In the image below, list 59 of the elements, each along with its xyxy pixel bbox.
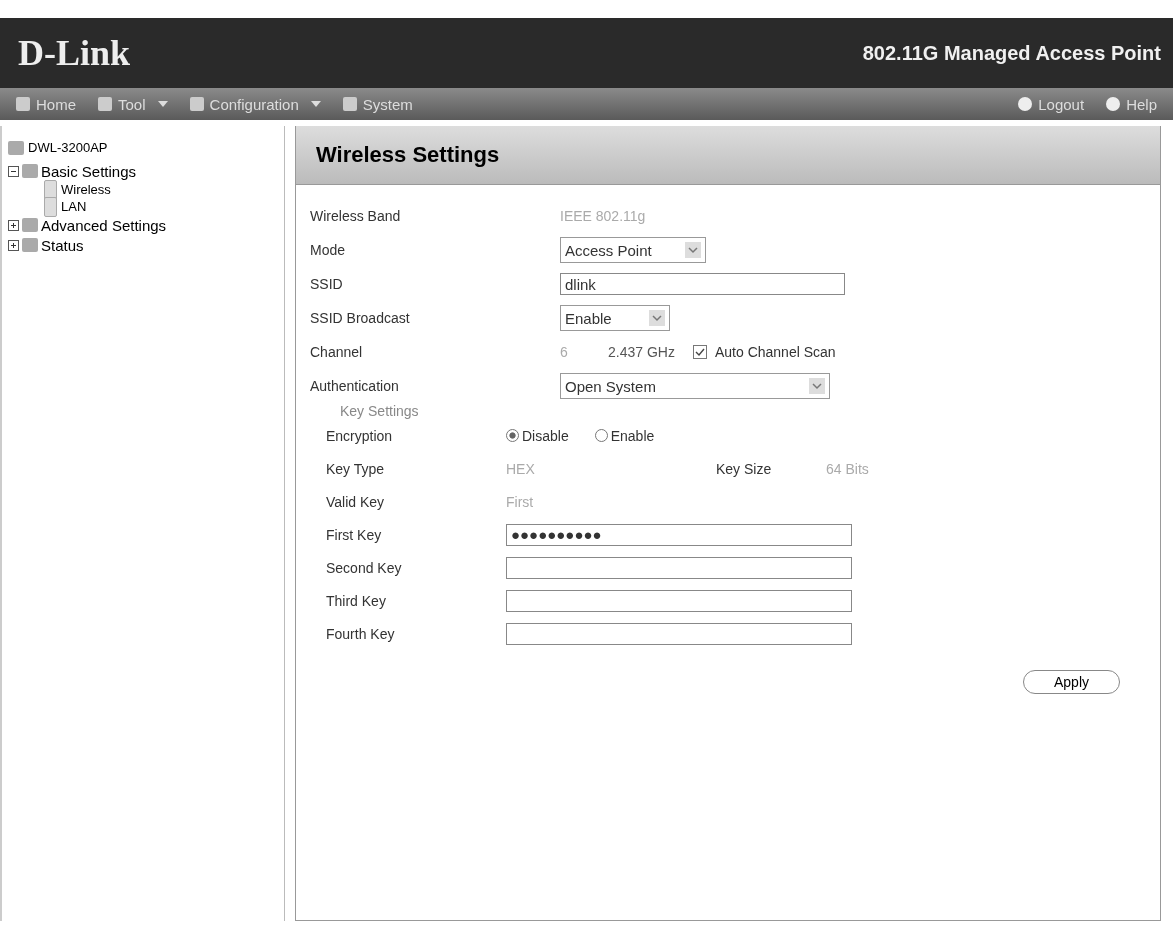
collapse-icon[interactable] <box>8 165 19 177</box>
nav-menu-item[interactable]: Logout <box>1010 93 1093 115</box>
field-value: First <box>506 493 534 510</box>
field-label: Authentication <box>310 378 400 394</box>
nav-icon <box>1106 97 1121 111</box>
field-label: Key Type <box>325 460 386 477</box>
field-label: Third Key <box>325 592 387 609</box>
input-field[interactable] <box>506 622 852 645</box>
field-label: Second Key <box>325 559 403 576</box>
nav-icon <box>189 97 204 111</box>
input-field[interactable] <box>506 589 852 612</box>
nav-icon <box>342 97 357 111</box>
brand-logo: D-Link <box>18 32 131 74</box>
field-label: Wireless Band <box>310 208 402 224</box>
input-field[interactable]: dlink <box>560 273 845 295</box>
dropdown-field[interactable]: Enable <box>560 305 670 331</box>
field-label: SSID Broadcast <box>310 310 411 326</box>
apply-button[interactable]: Apply <box>1022 670 1120 694</box>
expand-icon[interactable] <box>8 219 19 231</box>
field-label: Key Size <box>716 460 773 477</box>
field-value: HEX <box>506 460 536 477</box>
expand-icon[interactable] <box>8 239 19 251</box>
field-value: IEEE 802.11g <box>560 208 646 224</box>
field-label: Mode <box>310 242 347 258</box>
field-value: 6 <box>560 344 569 360</box>
dropdown-field[interactable]: Access Point <box>560 237 706 263</box>
input-field[interactable] <box>506 556 852 579</box>
nav-menu-item[interactable]: Configuration <box>181 93 329 115</box>
tree-item[interactable]: DWL-3200AP <box>8 140 284 155</box>
nav-icon <box>1018 97 1033 111</box>
field-value: 64 Bits <box>826 460 869 477</box>
dropdown-field[interactable]: Open System <box>560 373 830 399</box>
nav-menu-item[interactable]: Help <box>1098 93 1165 115</box>
field-label: First Key <box>325 526 383 543</box>
nav-menu-item[interactable]: System <box>334 93 421 115</box>
radio-button[interactable] <box>506 429 519 442</box>
tree-item[interactable]: Status <box>8 235 284 255</box>
tree-item[interactable]: Advanced Settings <box>8 215 284 235</box>
field-label: Fourth Key <box>325 625 396 642</box>
field-label: Channel <box>310 344 364 360</box>
tree-item[interactable]: LAN <box>8 198 284 215</box>
product-title: 802.11G Managed Access Point <box>862 41 1161 65</box>
tree-item[interactable]: Basic Settings <box>8 161 284 181</box>
nav-icon <box>16 97 30 111</box>
field-label: Valid Key <box>325 493 386 510</box>
checkbox-label: Auto Channel Scan <box>714 344 836 360</box>
field-label: Encryption <box>325 427 394 444</box>
field-label: SSID <box>310 276 344 292</box>
checkbox[interactable] <box>692 345 707 359</box>
page-icon <box>44 179 57 200</box>
nav-menu-item[interactable]: Tool <box>90 93 176 115</box>
nav-menu-item[interactable]: Home <box>8 93 84 115</box>
frequency-text: 2.437 GHz <box>608 344 675 360</box>
input-field[interactable]: ●●●●●●●●●● <box>506 523 852 546</box>
section-heading: Key Settings <box>339 403 420 419</box>
nav-icon <box>98 97 112 111</box>
radio-label: Disable <box>522 427 569 444</box>
panel-title: Wireless Settings <box>296 126 1160 185</box>
radio-label: Enable <box>610 427 655 444</box>
